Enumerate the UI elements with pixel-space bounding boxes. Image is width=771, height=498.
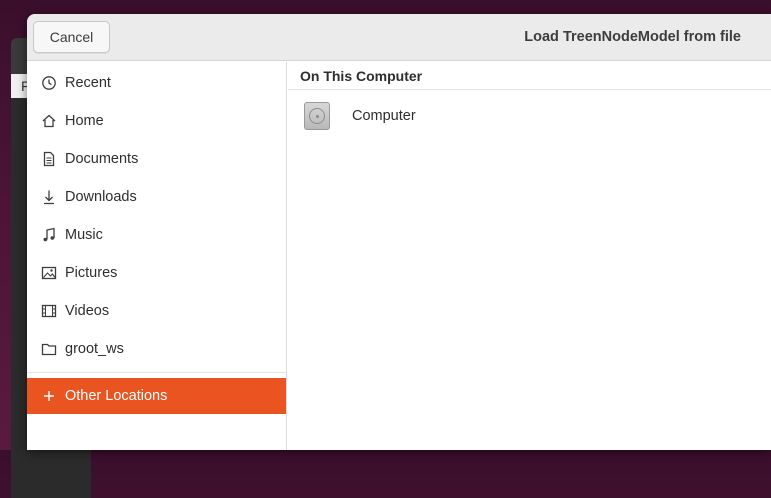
section-title: On This Computer [288,62,771,90]
sidebar-item-label: Downloads [65,189,137,205]
sidebar-item-pictures[interactable]: Pictures [27,254,286,292]
sidebar-item-downloads[interactable]: Downloads [27,178,286,216]
sidebar-item-recent[interactable]: Recent [27,64,286,102]
dialog-title: Load TreenNodeModel from file [524,29,741,45]
file-chooser-dialog: Cancel Load TreenNodeModel from file Rec… [27,14,771,450]
sidebar-item-label: Documents [65,151,139,167]
sidebar-item-label: Videos [65,303,110,319]
sidebar-item-other-locations[interactable]: Other Locations [27,378,286,414]
sidebar-item-music[interactable]: Music [27,216,286,254]
location-label: Computer [352,108,416,124]
cancel-button[interactable]: Cancel [33,21,110,53]
sidebar-item-label: Recent [65,75,111,91]
places-sidebar: Recent Home Documents Downloads Music Pi… [27,62,287,450]
sidebar-item-documents[interactable]: Documents [27,140,286,178]
sidebar-item-label: Home [65,113,104,129]
sidebar-item-groot-ws[interactable]: groot_ws [27,330,286,368]
sidebar-item-label: groot_ws [65,341,124,357]
clock-icon [40,74,58,92]
sidebar-item-label: Other Locations [65,388,168,404]
sidebar-item-home[interactable]: Home [27,102,286,140]
video-icon [40,302,58,320]
dialog-header: Cancel Load TreenNodeModel from file [27,14,771,61]
home-icon [40,112,58,130]
folder-icon [40,340,58,358]
picture-icon [40,264,58,282]
plus-icon [40,387,58,405]
location-row-computer[interactable]: Computer [288,96,771,136]
sidebar-item-videos[interactable]: Videos [27,292,286,330]
download-icon [40,188,58,206]
document-icon [40,150,58,168]
music-icon [40,226,58,244]
drive-icon [304,102,330,130]
sidebar-item-label: Music [65,227,103,243]
locations-pane: On This Computer Computer [288,62,771,450]
sidebar-item-label: Pictures [65,265,118,281]
sidebar-separator [27,372,286,373]
